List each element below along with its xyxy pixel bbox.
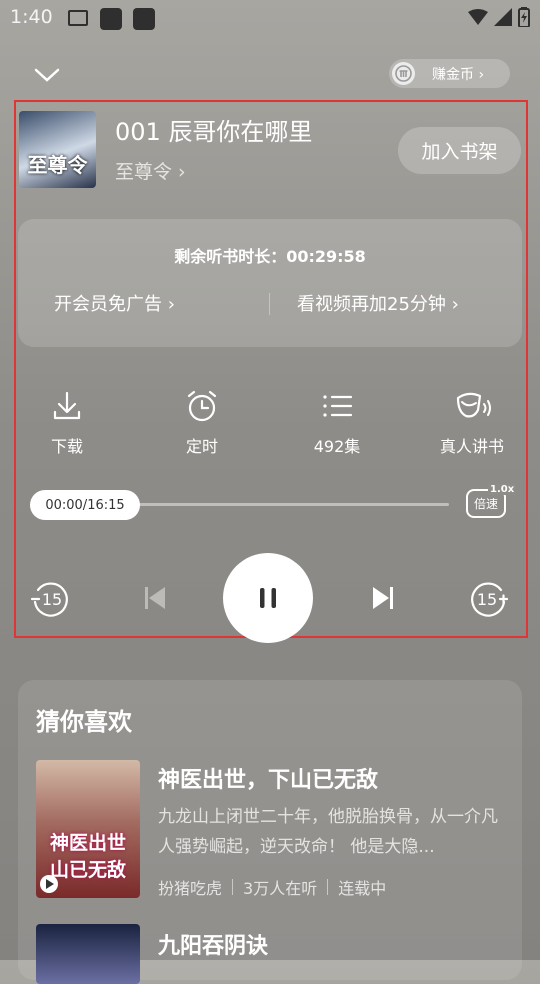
episode-title: 001 辰哥你在哪里	[115, 118, 313, 146]
wifi-icon	[468, 9, 488, 25]
watch-video-bonus-link[interactable]: 看视频再加25分钟 ›	[297, 290, 459, 316]
earn-coins-button[interactable]: 赚金币 ›	[389, 59, 510, 88]
book-cover-title: 神医出世 山已无敌	[49, 832, 126, 881]
collapse-chevron-icon[interactable]	[32, 60, 62, 90]
listening-time-card: 剩余听书时长：00:29:58 开会员免广告 › 看视频再加25分钟 ›	[18, 219, 522, 347]
pause-button[interactable]	[223, 553, 313, 643]
battery-icon	[518, 7, 530, 27]
pause-icon	[260, 588, 276, 608]
remaining-time-label: 剩余听书时长：00:29:58	[174, 247, 366, 266]
vip-no-ads-link[interactable]: 开会员免广告 ›	[54, 290, 175, 316]
forward-15-icon[interactable]: 15	[469, 578, 509, 618]
play-icon	[40, 875, 58, 893]
book-cover[interactable]	[36, 924, 140, 984]
book-title[interactable]: 九阳吞阴诀	[158, 928, 268, 960]
book-cover[interactable]: 神医出世 山已无敌	[36, 760, 140, 898]
signal-icon	[494, 8, 512, 26]
previous-episode-icon[interactable]	[135, 578, 175, 618]
download-button[interactable]: 下载	[27, 388, 107, 457]
app-notification-icon	[100, 8, 122, 30]
human-narration-button[interactable]: 真人讲书	[432, 388, 512, 457]
progress-thumb[interactable]: 00:00/16:15	[30, 490, 140, 520]
next-episode-icon[interactable]	[363, 578, 403, 618]
app-notification-icon	[133, 8, 155, 30]
status-icons	[468, 7, 530, 27]
book-listeners: 3万人在听	[243, 879, 318, 898]
recommend-card: 猜你喜欢 神医出世 山已无敌 神医出世，下山已无敌 九龙山上闭世二十年，他脱胎换…	[18, 680, 522, 984]
alarm-clock-icon	[187, 390, 217, 422]
download-icon	[53, 391, 81, 420]
download-label: 下载	[50, 437, 83, 456]
timer-label: 定时	[185, 437, 218, 456]
book-cover[interactable]: 至尊令	[19, 111, 96, 188]
earn-coins-label: 赚金币 ›	[432, 66, 485, 83]
divider	[232, 879, 234, 895]
status-time: 1:40	[10, 6, 53, 28]
divider	[269, 293, 270, 315]
book-meta: 扮猪吃虎 3万人在听 连载中	[158, 875, 386, 899]
rewind-seconds: 15	[42, 590, 62, 609]
book-cover-title: 至尊令	[27, 153, 88, 177]
coin-icon	[392, 62, 415, 85]
rewind-15-icon[interactable]: 15	[30, 578, 70, 618]
playlist-icon	[323, 395, 353, 417]
forward-seconds: 15	[477, 590, 497, 609]
playback-speed-value: 1.0x	[488, 484, 517, 495]
book-name-link[interactable]: 至尊令 ›	[115, 157, 186, 184]
add-to-shelf-button[interactable]: 加入书架	[398, 127, 521, 174]
recommend-heading: 猜你喜欢	[36, 708, 132, 736]
book-author: 扮猪吃虎	[158, 879, 223, 898]
timer-button[interactable]: 定时	[162, 388, 242, 457]
episode-list-button[interactable]: 492集	[297, 388, 377, 457]
divider	[327, 879, 329, 895]
book-status: 连载中	[338, 879, 387, 898]
gallery-notification-icon	[68, 10, 88, 26]
human-narration-label: 真人讲书	[439, 437, 504, 456]
progress-track[interactable]	[132, 503, 449, 506]
headphone-speaker-icon	[456, 392, 491, 418]
book-title[interactable]: 神医出世，下山已无敌	[158, 762, 378, 794]
book-description: 九龙山上闭世二十年，他脱胎换骨，从一介凡人强势崛起，逆天改命！ 他是大隐...	[158, 807, 498, 857]
episode-count-label: 492集	[313, 437, 361, 456]
